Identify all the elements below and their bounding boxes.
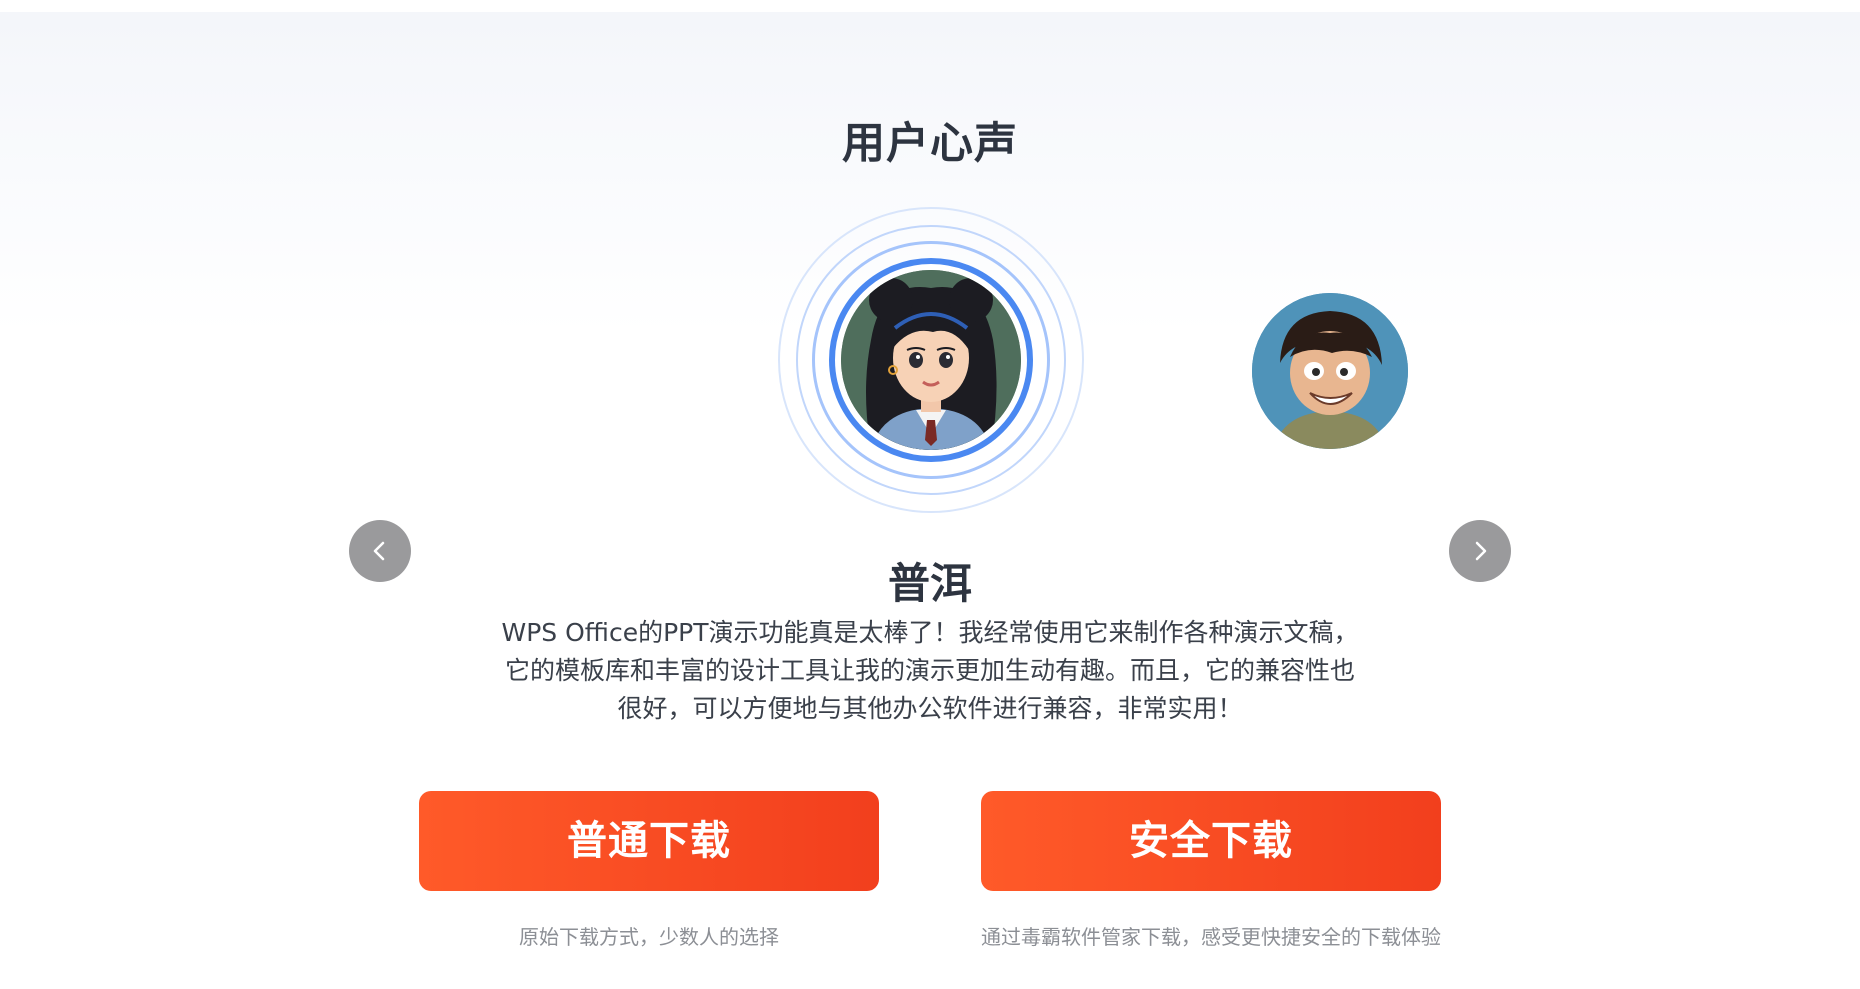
section-title: 用户心声 (842, 119, 1018, 169)
safe-download-button[interactable]: 安全下载 (981, 791, 1441, 891)
review-quote: WPS Office的PPT演示功能真是太棒了！我经常使用它来制作各种演示文稿，… (501, 618, 1359, 723)
normal-download-note: 原始下载方式，少数人的选择 (519, 925, 779, 949)
normal-download-button[interactable]: 普通下载 (419, 791, 879, 891)
girl-avatar-icon[interactable] (841, 270, 1021, 450)
active-avatar-group (778, 207, 1084, 513)
reviewer-name: 普洱 (887, 559, 972, 608)
user-reviews-section: 用户心声 普洱 WPS Office的PPT演示功能真是太棒了！我经常使用它来制… (0, 12, 1860, 989)
safe-download-note: 通过毒霸软件管家下载，感受更快捷安全的下载体验 (981, 925, 1441, 949)
boy-avatar-icon[interactable] (1252, 293, 1408, 449)
